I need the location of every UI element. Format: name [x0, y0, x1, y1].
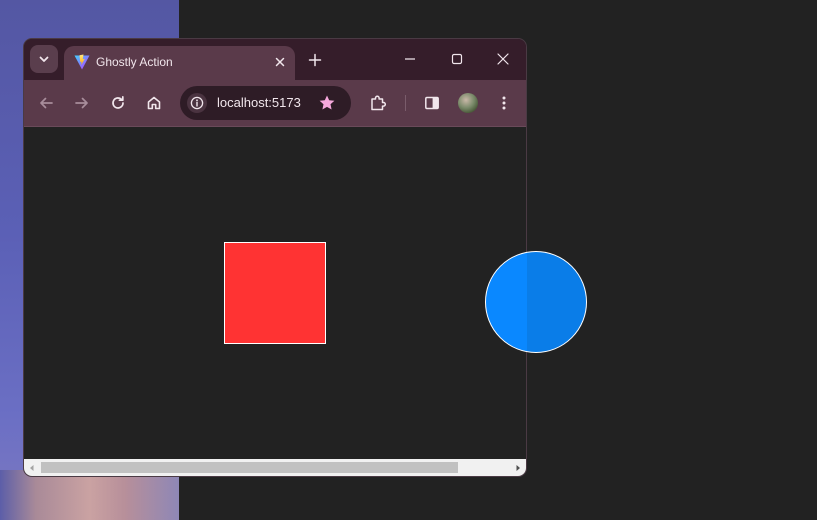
reload-icon: [110, 95, 126, 111]
close-window-button[interactable]: [491, 47, 515, 71]
browser-titlebar: Ghostly Action: [24, 39, 526, 80]
back-arrow-icon: [38, 95, 54, 111]
profile-avatar[interactable]: [458, 93, 478, 113]
tab-active[interactable]: Ghostly Action: [64, 46, 295, 80]
plus-icon: [308, 53, 322, 67]
tab-title: Ghostly Action: [96, 55, 173, 69]
maximize-button[interactable]: [445, 47, 469, 71]
scrollbar-thumb[interactable]: [41, 462, 458, 473]
red-square[interactable]: [224, 242, 326, 344]
browser-menu-button[interactable]: [492, 91, 516, 115]
home-button[interactable]: [142, 91, 166, 115]
forward-button[interactable]: [70, 91, 94, 115]
toolbar-divider: [405, 95, 406, 111]
more-vertical-icon: [496, 95, 512, 111]
scroll-right-icon[interactable]: [510, 459, 526, 476]
side-panel-button[interactable]: [420, 91, 444, 115]
desktop-wallpaper-bottom: [0, 470, 179, 520]
browser-toolbar: localhost:5173: [24, 80, 526, 127]
minimize-icon: [404, 53, 416, 65]
back-button[interactable]: [34, 91, 58, 115]
close-icon[interactable]: [272, 54, 288, 70]
maximize-icon: [451, 53, 463, 65]
url-text[interactable]: localhost:5173: [217, 95, 301, 110]
blue-circle[interactable]: [485, 251, 587, 353]
horizontal-scrollbar[interactable]: [24, 459, 526, 476]
info-icon[interactable]: [187, 93, 207, 113]
star-icon[interactable]: [317, 93, 337, 113]
scroll-left-icon[interactable]: [24, 459, 40, 476]
address-bar[interactable]: localhost:5173: [180, 86, 351, 120]
vite-logo-icon: [73, 53, 91, 71]
home-icon: [146, 95, 162, 111]
forward-arrow-icon: [74, 95, 90, 111]
minimize-button[interactable]: [398, 47, 422, 71]
reload-button[interactable]: [106, 91, 130, 115]
puzzle-icon: [369, 94, 387, 112]
chevron-down-icon: [38, 53, 50, 65]
close-icon: [497, 53, 509, 65]
extensions-button[interactable]: [366, 91, 390, 115]
side-panel-icon: [424, 95, 440, 111]
new-tab-button[interactable]: [305, 50, 325, 70]
tab-search-button[interactable]: [30, 45, 58, 73]
